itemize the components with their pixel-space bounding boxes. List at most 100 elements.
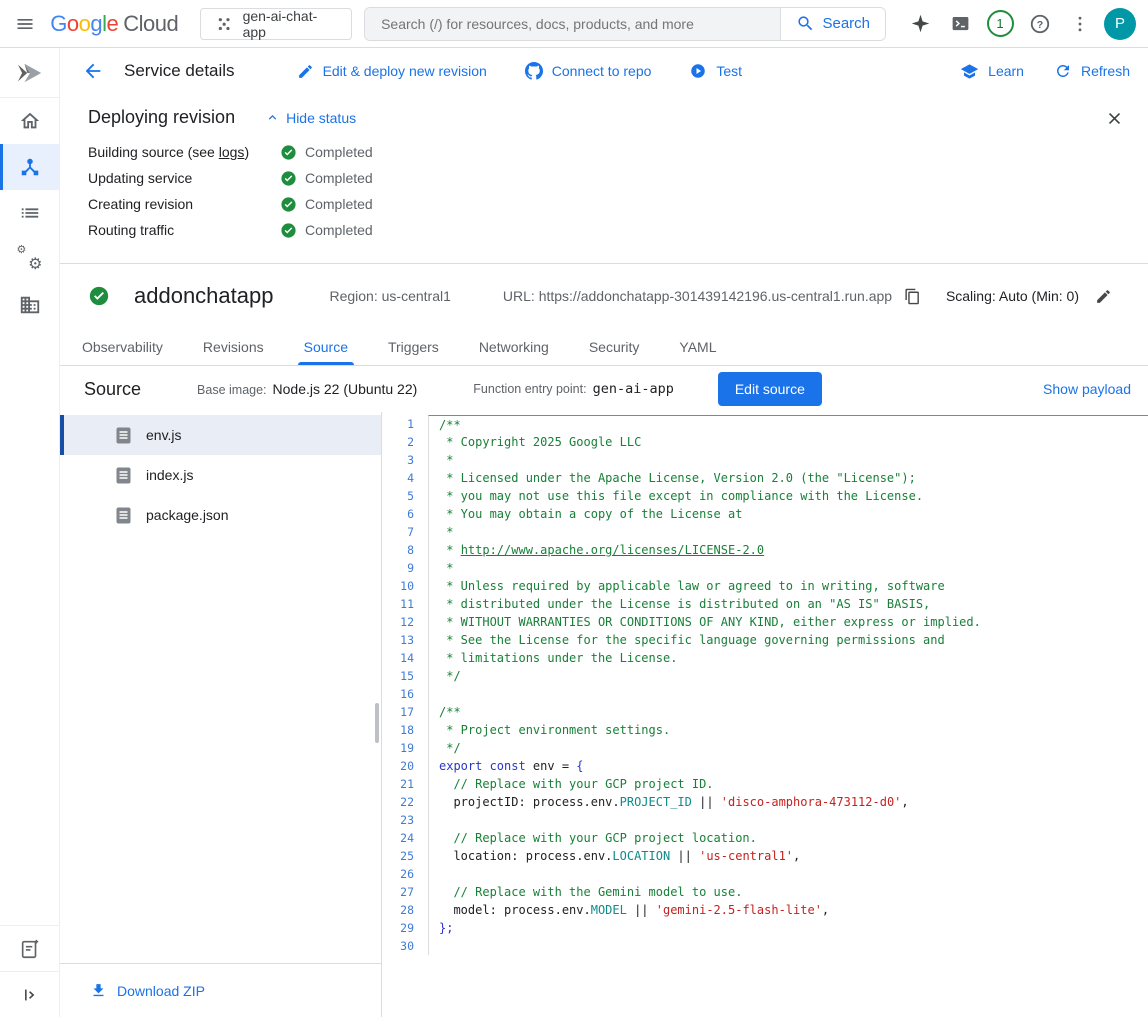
scaling-value: Scaling: Auto (Min: 0) xyxy=(946,288,1079,304)
code-line: 6 * You may obtain a copy of the License… xyxy=(382,505,1148,523)
play-icon xyxy=(689,62,707,80)
nav-release-notes[interactable] xyxy=(0,925,59,971)
close-status-button[interactable] xyxy=(1100,104,1128,132)
logs-link[interactable]: logs xyxy=(219,144,245,160)
project-selector[interactable]: gen-ai-chat-app xyxy=(200,8,352,40)
cloud-logo-word: Cloud xyxy=(123,11,178,37)
line-number: 2 xyxy=(382,433,428,451)
copy-icon xyxy=(904,288,921,305)
back-button[interactable] xyxy=(80,58,106,84)
tab-source[interactable]: Source xyxy=(284,328,368,365)
gemini-button[interactable] xyxy=(900,4,940,44)
line-number: 30 xyxy=(382,937,428,955)
connect-repo-button[interactable]: Connect to repo xyxy=(525,62,652,80)
logo-letter: g xyxy=(90,11,102,36)
file-list-scrollbar[interactable] xyxy=(375,703,379,743)
notifications-button[interactable]: 1 xyxy=(980,4,1020,44)
code-text: * Licensed under the Apache License, Ver… xyxy=(428,469,1148,487)
download-zip-button[interactable]: Download ZIP xyxy=(60,963,381,1017)
search-button-label: Search xyxy=(822,15,870,32)
code-text: * distributed under the License is distr… xyxy=(428,595,1148,613)
tab-triggers[interactable]: Triggers xyxy=(368,328,459,365)
code-line: 26 xyxy=(382,865,1148,883)
avatar[interactable]: P xyxy=(1104,8,1136,40)
release-notes-icon xyxy=(19,938,41,960)
tab-security[interactable]: Security xyxy=(569,328,660,365)
check-circle-icon xyxy=(280,222,297,239)
test-button[interactable]: Test xyxy=(689,62,742,80)
check-circle-icon xyxy=(280,144,297,161)
line-number: 23 xyxy=(382,811,428,829)
service-url: URL: https://addonchatapp-301439142196.u… xyxy=(503,288,892,304)
hamburger-menu-button[interactable] xyxy=(0,0,50,48)
left-nav: ⚙⚙ xyxy=(0,48,60,1017)
svg-text:?: ? xyxy=(1037,18,1043,30)
tab-revisions[interactable]: Revisions xyxy=(183,328,284,365)
code-line: 13 * See the License for the specific la… xyxy=(382,631,1148,649)
terminal-icon xyxy=(950,13,971,34)
line-number: 14 xyxy=(382,649,428,667)
edit-scaling-button[interactable] xyxy=(1095,288,1112,305)
line-number: 10 xyxy=(382,577,428,595)
nav-settings[interactable]: ⚙⚙ xyxy=(0,236,59,282)
code-text: * See the License for the specific langu… xyxy=(428,631,1148,649)
entry-point-value: gen-ai-app xyxy=(593,381,674,397)
nav-expand-panel[interactable] xyxy=(0,971,59,1017)
tab-observability[interactable]: Observability xyxy=(62,328,183,365)
code-line: 11 * distributed under the License is di… xyxy=(382,595,1148,613)
search-bar: Search xyxy=(364,7,886,41)
edit-pencil-icon xyxy=(1095,288,1112,305)
cloud-shell-button[interactable] xyxy=(940,4,980,44)
code-line: 21 // Replace with your GCP project ID. xyxy=(382,775,1148,793)
overflow-menu-button[interactable] xyxy=(1060,4,1100,44)
nav-organization[interactable] xyxy=(0,282,59,328)
nav-home[interactable] xyxy=(0,98,59,144)
learn-button[interactable]: Learn xyxy=(960,62,1024,81)
code-text: * xyxy=(428,523,1148,541)
code-text: */ xyxy=(428,739,1148,757)
gears-icon: ⚙⚙ xyxy=(18,247,42,271)
hide-status-toggle[interactable]: Hide status xyxy=(265,110,356,126)
file-item-index.js[interactable]: index.js xyxy=(60,455,381,495)
pencil-icon xyxy=(297,63,314,80)
code-line: 29}; xyxy=(382,919,1148,937)
file-item-env.js[interactable]: env.js xyxy=(60,415,381,455)
code-line: 8 * http://www.apache.org/licenses/LICEN… xyxy=(382,541,1148,559)
code-text xyxy=(428,865,1148,883)
refresh-button[interactable]: Refresh xyxy=(1054,62,1130,80)
search-button[interactable]: Search xyxy=(780,8,885,40)
code-line: 22 projectID: process.env.PROJECT_ID || … xyxy=(382,793,1148,811)
code-line: 28 model: process.env.MODEL || 'gemini-2… xyxy=(382,901,1148,919)
tab-networking[interactable]: Networking xyxy=(459,328,569,365)
learn-label: Learn xyxy=(988,63,1024,79)
deploy-panel-title: Deploying revision xyxy=(88,107,235,128)
nav-list[interactable] xyxy=(0,190,59,236)
edit-deploy-button[interactable]: Edit & deploy new revision xyxy=(297,63,487,80)
tab-yaml[interactable]: YAML xyxy=(659,328,736,365)
code-text xyxy=(428,685,1148,703)
help-button[interactable]: ? xyxy=(1020,4,1060,44)
copy-url-button[interactable] xyxy=(904,288,921,305)
line-number: 21 xyxy=(382,775,428,793)
service-identity-row: addonchatapp Region: us-central1 URL: ht… xyxy=(60,264,1148,328)
show-payload-link[interactable]: Show payload xyxy=(1043,381,1131,397)
search-input[interactable] xyxy=(365,8,780,40)
nav-cloud-run[interactable] xyxy=(0,144,59,190)
status-text: Completed xyxy=(305,144,373,160)
cloud-run-service-icon xyxy=(19,156,41,178)
status-label: Building source (see logs) xyxy=(88,144,280,160)
code-line: 9 * xyxy=(382,559,1148,577)
panel-expand-icon xyxy=(20,985,40,1005)
file-item-package.json[interactable]: package.json xyxy=(60,495,381,535)
line-number: 13 xyxy=(382,631,428,649)
code-line: 23 xyxy=(382,811,1148,829)
code-text: location: process.env.LOCATION || 'us-ce… xyxy=(428,847,1148,865)
edit-source-button[interactable]: Edit source xyxy=(718,372,822,406)
status-value: Completed xyxy=(280,170,373,187)
code-text: * You may obtain a copy of the License a… xyxy=(428,505,1148,523)
entry-point: Function entry point: gen-ai-app xyxy=(473,381,674,397)
back-arrow-icon xyxy=(82,60,104,82)
code-line: 20export const env = { xyxy=(382,757,1148,775)
download-zip-label: Download ZIP xyxy=(117,983,205,999)
code-text: * Project environment settings. xyxy=(428,721,1148,739)
